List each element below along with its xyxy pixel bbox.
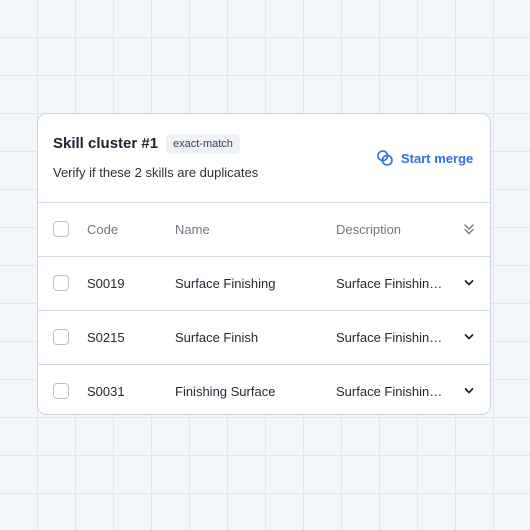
chevron-down-icon[interactable]: [462, 384, 476, 398]
row-checkbox[interactable]: [53, 383, 69, 399]
cluster-subtitle: Verify if these 2 skills are duplicates: [53, 165, 259, 180]
cell-code: S0019: [87, 276, 125, 291]
cell-name: Finishing Surface: [175, 384, 276, 399]
start-merge-label: Start merge: [401, 150, 474, 166]
table-row[interactable]: S0019 Surface Finishing Surface Finishin…: [38, 257, 490, 311]
cell-code: S0215: [87, 330, 125, 345]
row-checkbox[interactable]: [53, 329, 69, 345]
cell-code: S0031: [87, 384, 125, 399]
cell-name: Surface Finishing: [175, 276, 276, 291]
column-header-name: Name: [175, 222, 210, 237]
start-merge-button[interactable]: Start merge: [376, 149, 473, 167]
merge-icon: [376, 149, 394, 167]
card-header: Skill cluster #1 exact-match Verify if t…: [38, 114, 490, 203]
select-all-checkbox[interactable]: [53, 221, 69, 237]
cell-description: Surface Finishing...: [336, 384, 446, 399]
table-row[interactable]: S0215 Surface Finish Surface Finishing..…: [38, 311, 490, 365]
skill-cluster-card: Skill cluster #1 exact-match Verify if t…: [37, 113, 491, 415]
row-checkbox[interactable]: [53, 275, 69, 291]
column-header-code: Code: [87, 222, 119, 237]
chevron-down-icon[interactable]: [462, 276, 476, 290]
expand-all-icon[interactable]: [462, 222, 476, 236]
cell-description: Surface Finishing...: [336, 330, 446, 345]
cluster-title: Skill cluster #1: [53, 135, 159, 152]
table-row[interactable]: S0031 Finishing Surface Surface Finishin…: [38, 365, 490, 414]
cell-name: Surface Finish: [175, 330, 259, 345]
column-header-description: Description: [336, 222, 402, 237]
chevron-down-icon[interactable]: [462, 330, 476, 344]
match-type-badge: exact-match: [166, 134, 240, 154]
cell-description: Surface Finishing...: [336, 276, 446, 291]
table-header-row: Code Name Description: [38, 203, 490, 257]
